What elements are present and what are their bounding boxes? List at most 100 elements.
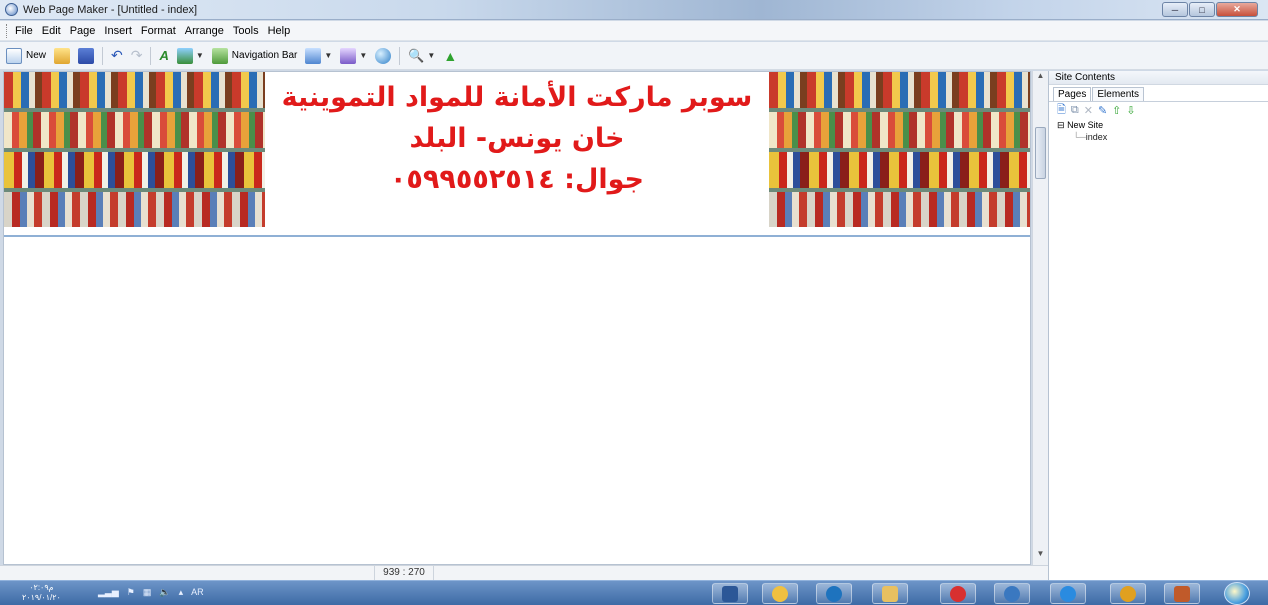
add-page-icon[interactable]: 🗎 bbox=[1057, 101, 1066, 120]
page-editor-canvas[interactable]: سوبر ماركت الأمانة للمواد التموينية خان … bbox=[3, 71, 1031, 565]
scroll-up-icon[interactable]: ▲ bbox=[1033, 71, 1048, 85]
navigation-bar-button[interactable]: Navigation Bar bbox=[211, 45, 298, 67]
network-signal-icon[interactable]: ▂▃▅ bbox=[98, 587, 119, 598]
open-button[interactable] bbox=[54, 45, 71, 67]
scrollbar-thumb[interactable] bbox=[1035, 127, 1046, 179]
tree-root-label: New Site bbox=[1067, 120, 1104, 130]
menu-page[interactable]: Page bbox=[70, 25, 96, 37]
app-icon bbox=[5, 3, 18, 16]
dropdown-arrow-icon[interactable]: ▼ bbox=[359, 51, 367, 60]
dropdown-arrow-icon[interactable]: ▼ bbox=[324, 51, 332, 60]
windows-taskbar: م٠٢:٠٩ ٢٠١٩/٠١/٢٠ ▂▃▅ ⚑ ▦ 🔈 ▴ AR bbox=[0, 580, 1268, 605]
taskbar-cd-button[interactable] bbox=[994, 583, 1030, 604]
cursor-coordinates: 939 : 270 bbox=[374, 566, 434, 580]
taskbar-ie-button[interactable] bbox=[1050, 583, 1086, 604]
media-icon bbox=[1174, 585, 1190, 602]
panel-header: Site Contents bbox=[1049, 71, 1268, 85]
tab-elements[interactable]: Elements bbox=[1092, 87, 1145, 101]
page-properties-icon[interactable]: ✎ bbox=[1098, 104, 1107, 117]
store-name-heading: سوبر ماركت الأمانة للمواد التموينية bbox=[281, 82, 753, 113]
status-bar: 939 : 270 bbox=[0, 565, 1048, 580]
menu-file[interactable]: File bbox=[15, 25, 33, 37]
move-up-icon[interactable]: ⇧ bbox=[1112, 104, 1121, 117]
system-clock[interactable]: م٠٢:٠٩ ٢٠١٩/٠١/٢٠ bbox=[22, 583, 61, 603]
site-tree: ⊟ New Site └─index bbox=[1049, 119, 1268, 143]
word-icon bbox=[722, 585, 738, 602]
redo-button[interactable]: ↷ bbox=[131, 45, 143, 67]
maximize-button[interactable]: □ bbox=[1189, 2, 1215, 17]
taskbar-word-button[interactable] bbox=[712, 583, 748, 604]
language-indicator[interactable]: AR bbox=[191, 587, 204, 598]
tree-page-node[interactable]: └─index bbox=[1057, 131, 1268, 143]
cd-icon bbox=[1004, 585, 1020, 602]
window-title: Web Page Maker - [Untitled - index] bbox=[23, 3, 198, 16]
insert-object-button[interactable]: ▼ bbox=[305, 45, 332, 67]
taskbar-paint-button[interactable] bbox=[762, 583, 798, 604]
undo-icon: ↶ bbox=[111, 47, 123, 63]
dropdown-arrow-icon[interactable]: ▼ bbox=[196, 51, 204, 60]
volume-icon[interactable]: 🔈 bbox=[159, 587, 170, 598]
insert-form-button[interactable]: ▼ bbox=[340, 45, 367, 67]
redo-icon: ↷ bbox=[130, 47, 143, 63]
taskbar-chrome-button[interactable] bbox=[1110, 583, 1146, 604]
publish-button[interactable]: ▲ bbox=[443, 45, 457, 67]
collapse-icon[interactable]: ⊟ bbox=[1057, 120, 1065, 130]
dropdown-arrow-icon[interactable]: ▼ bbox=[427, 51, 435, 60]
delete-page-icon[interactable]: ✕ bbox=[1084, 104, 1093, 117]
globe-icon bbox=[375, 47, 392, 64]
editor-vertical-scrollbar[interactable]: ▲ ▼ bbox=[1032, 71, 1048, 565]
clock-time: م٠٢:٠٩ bbox=[29, 583, 54, 592]
tray-arrow-icon[interactable]: ▴ bbox=[179, 587, 184, 598]
menu-insert[interactable]: Insert bbox=[104, 25, 132, 37]
toolbar-separator bbox=[399, 46, 401, 65]
menu-help[interactable]: Help bbox=[268, 25, 291, 37]
move-down-icon[interactable]: ⇩ bbox=[1126, 104, 1135, 117]
toolbar-separator bbox=[150, 46, 152, 65]
insert-image-button[interactable]: ▼ bbox=[176, 45, 204, 67]
taskbar-explorer-button[interactable] bbox=[872, 583, 908, 604]
menu-grip bbox=[6, 23, 9, 38]
main-toolbar: New ↶ ↷ A ▼ Navigation Bar ▼ ▼ 🔍 ▼ ▲ bbox=[0, 42, 1268, 70]
save-button[interactable] bbox=[78, 45, 95, 67]
supermarket-shelf-image-right bbox=[769, 72, 1030, 227]
scroll-down-icon[interactable]: ▼ bbox=[1033, 549, 1048, 563]
header-banner[interactable]: سوبر ماركت الأمانة للمواد التموينية خان … bbox=[4, 72, 1030, 228]
tree-root-node[interactable]: ⊟ New Site bbox=[1057, 119, 1268, 131]
open-folder-icon bbox=[54, 47, 71, 64]
taskbar-media-button[interactable] bbox=[1164, 583, 1200, 604]
text-icon: A bbox=[159, 48, 169, 63]
menu-arrange[interactable]: Arrange bbox=[185, 25, 224, 37]
menu-edit[interactable]: Edit bbox=[42, 25, 61, 37]
navigation-bar-label: Navigation Bar bbox=[231, 50, 298, 61]
tree-page-label: index bbox=[1085, 132, 1108, 142]
new-page-icon bbox=[6, 47, 22, 64]
paint-palette-icon bbox=[772, 585, 788, 602]
menu-tools[interactable]: Tools bbox=[233, 25, 259, 37]
action-center-icon[interactable]: ▦ bbox=[143, 587, 152, 598]
flag-icon[interactable]: ⚑ bbox=[127, 587, 135, 598]
insert-text-button[interactable]: A bbox=[159, 45, 168, 67]
banner-text[interactable]: سوبر ماركت الأمانة للمواد التموينية خان … bbox=[266, 72, 768, 228]
chrome-icon bbox=[1120, 585, 1136, 602]
taskbar-red-app-button[interactable] bbox=[940, 583, 976, 604]
close-button[interactable]: ✕ bbox=[1216, 2, 1258, 17]
copy-page-icon[interactable]: ⧉ bbox=[1071, 104, 1079, 117]
taskbar-browser-button[interactable] bbox=[816, 583, 852, 604]
new-button[interactable]: New bbox=[6, 45, 46, 67]
menu-format[interactable]: Format bbox=[141, 25, 176, 37]
window-controls: ─ □ ✕ bbox=[1162, 2, 1258, 17]
publish-arrow-icon: ▲ bbox=[443, 47, 458, 64]
tab-pages[interactable]: Pages bbox=[1053, 87, 1092, 101]
panel-toolbar: 🗎 ⧉ ✕ ✎ ⇧ ⇩ bbox=[1049, 101, 1268, 119]
start-button-icon[interactable] bbox=[1224, 582, 1250, 605]
panel-tabs: Pages Elements bbox=[1049, 87, 1268, 101]
zoom-button[interactable]: 🔍 ▼ bbox=[408, 45, 435, 67]
preview-button[interactable] bbox=[375, 45, 392, 67]
site-contents-panel: Site Contents Pages Elements 🗎 ⧉ ✕ ✎ ⇧ ⇩… bbox=[1048, 71, 1268, 580]
store-location-heading: خان يونس- البلد bbox=[409, 123, 625, 154]
undo-button[interactable]: ↶ bbox=[111, 45, 123, 67]
browser-icon bbox=[826, 585, 842, 602]
toolbar-separator bbox=[102, 46, 104, 65]
image-icon bbox=[176, 47, 193, 64]
minimize-button[interactable]: ─ bbox=[1162, 2, 1188, 17]
